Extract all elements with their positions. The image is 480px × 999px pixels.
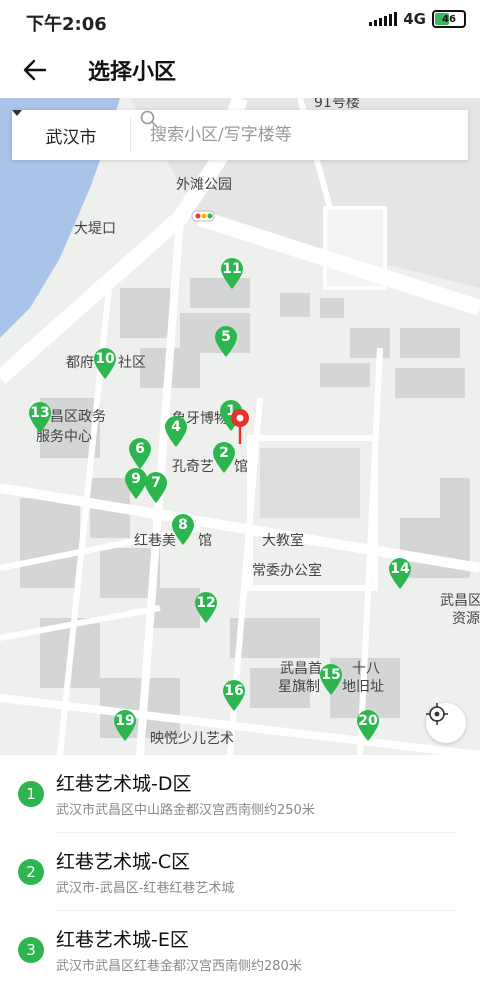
network-type: 4G: [403, 10, 426, 28]
map-pin[interactable]: 14: [388, 558, 412, 590]
map-pin[interactable]: 5: [214, 326, 238, 358]
result-address: 武汉市武昌区红巷金都汉宫西南侧约280米: [56, 959, 302, 974]
list-item[interactable]: 2 红巷艺术城-C区 武汉市-武昌区-红巷红巷艺术城: [0, 833, 480, 911]
map-view[interactable]: 武汉市 91号楼 外滩公园 大堤口 都府 社区 昌区政务 服务中心 象牙博物 孔…: [0, 98, 480, 755]
map-pin[interactable]: 11: [220, 258, 244, 290]
result-index-badge: 2: [18, 859, 44, 885]
header: 选择小区: [0, 42, 480, 98]
result-address: 武汉市-武昌区-红巷红巷艺术城: [56, 881, 235, 896]
result-index-badge: 3: [18, 937, 44, 963]
arrow-left-icon: [23, 59, 47, 81]
map-label: 大教室: [262, 533, 304, 549]
map-label: 都府: [66, 355, 94, 371]
battery-icon: 46: [432, 10, 466, 28]
result-list: 1 红巷艺术城-D区 武汉市武昌区中山路金都汉宫西南侧约250米 2 红巷艺术城…: [0, 755, 480, 999]
map-pin[interactable]: 19: [113, 710, 137, 742]
result-name: 红巷艺术城-D区: [56, 773, 192, 795]
map-label: 武昌区: [440, 593, 480, 609]
crosshair-icon: [426, 703, 448, 725]
result-address: 武汉市武昌区中山路金都汉宫西南侧约250米: [56, 803, 315, 818]
map-pin[interactable]: 10: [93, 348, 117, 380]
map-pin[interactable]: 7: [144, 472, 168, 504]
map-label: 91号楼: [314, 98, 360, 111]
search-divider: [130, 118, 131, 152]
caret-down-icon: [12, 110, 22, 116]
map-pin[interactable]: 16: [222, 680, 246, 712]
map-label: 常委办公室: [252, 563, 322, 579]
map-pin[interactable]: 20: [356, 710, 380, 742]
map-label: 社区: [118, 355, 146, 371]
map-label: 武昌首: [280, 661, 322, 677]
map-label: 馆: [198, 533, 212, 549]
map-label: 资源: [452, 611, 480, 627]
search-box: [140, 110, 458, 160]
map-label: 红巷美: [134, 533, 176, 549]
city-name: 武汉市: [45, 127, 97, 148]
map-pin[interactable]: 13: [28, 402, 52, 434]
map-label: 孔奇艺: [172, 459, 214, 475]
map-pin[interactable]: 4: [164, 416, 188, 448]
map-pin[interactable]: 6: [128, 438, 152, 470]
map-pin[interactable]: 8: [171, 514, 195, 546]
status-time: 下午2:06: [26, 14, 107, 35]
result-index-badge: 1: [18, 781, 44, 807]
map-pin[interactable]: 12: [194, 592, 218, 624]
back-button[interactable]: [18, 54, 52, 86]
page-title: 选择小区: [88, 60, 177, 85]
map-label: 映悦少儿艺术: [150, 731, 234, 747]
result-name: 红巷艺术城-C区: [56, 851, 191, 873]
map-label: 昌区政务: [50, 409, 106, 425]
status-bar: 下午2:06 4G 46: [0, 0, 480, 42]
map-label: 大堤口: [74, 221, 116, 237]
map-pin[interactable]: 15: [319, 664, 343, 696]
map-label: 十八: [352, 661, 380, 677]
search-panel: 武汉市: [12, 110, 468, 160]
battery-level: 46: [442, 13, 456, 25]
list-item[interactable]: 3 红巷艺术城-E区 武汉市武昌区红巷金都汉宫西南侧约280米: [0, 911, 480, 989]
map-label: 外滩公园: [176, 177, 232, 193]
signal-icon: [369, 12, 398, 26]
map-pin[interactable]: 2: [212, 442, 236, 474]
selected-location-pin-icon: [231, 409, 249, 444]
map-label: 地旧址: [342, 679, 384, 695]
city-selector[interactable]: 武汉市: [12, 110, 130, 160]
search-input[interactable]: [148, 124, 458, 146]
locate-button[interactable]: [426, 703, 466, 743]
search-icon: [140, 110, 158, 128]
map-label: 馆: [234, 459, 248, 475]
map-label: 星旗制: [278, 679, 320, 695]
result-name: 红巷艺术城-E区: [56, 929, 189, 951]
list-item[interactable]: 1 红巷艺术城-D区 武汉市武昌区中山路金都汉宫西南侧约250米: [0, 755, 480, 833]
status-icons: 4G 46: [369, 10, 466, 28]
